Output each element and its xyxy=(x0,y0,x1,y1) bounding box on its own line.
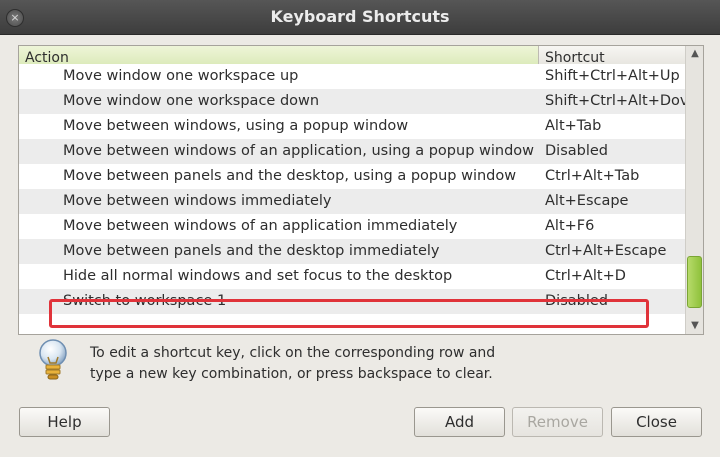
row-shortcut: Alt+F6 xyxy=(545,218,595,234)
table-row[interactable]: Move between windows of an application i… xyxy=(19,214,685,239)
row-highlight-box xyxy=(49,299,649,328)
scrollbar-thumb[interactable] xyxy=(687,256,702,308)
row-action: Move between windows of an application i… xyxy=(63,218,458,234)
table-row[interactable]: Move window one workspace down Shift+Ctr… xyxy=(19,89,685,114)
vertical-scrollbar[interactable]: ▲ ▼ xyxy=(685,46,703,334)
row-shortcut: Ctrl+Alt+D xyxy=(545,268,626,284)
table-row[interactable]: Move between panels and the desktop, usi… xyxy=(19,164,685,189)
table-row[interactable]: Move between windows, using a popup wind… xyxy=(19,114,685,139)
table-row[interactable]: Move between windows of an application, … xyxy=(19,139,685,164)
row-action: Move between panels and the desktop, usi… xyxy=(63,168,517,184)
shortcuts-table: Action Shortcut Move window one workspac… xyxy=(18,45,704,335)
add-button[interactable]: Add xyxy=(414,407,505,437)
row-shortcut: Shift+Ctrl+Alt+Dov xyxy=(545,93,685,109)
table-row[interactable]: Move window one workspace up Shift+Ctrl+… xyxy=(19,64,685,89)
row-shortcut: Ctrl+Alt+Tab xyxy=(545,168,640,184)
row-action: Move window one workspace down xyxy=(63,93,320,109)
lightbulb-icon xyxy=(39,339,67,380)
row-shortcut: Alt+Escape xyxy=(545,193,629,209)
row-action: Hide all normal windows and set focus to… xyxy=(63,268,453,284)
scroll-up-icon[interactable]: ▲ xyxy=(686,46,703,62)
row-shortcut: Disabled xyxy=(545,143,608,159)
dialog-body: Action Shortcut Move window one workspac… xyxy=(0,35,720,457)
close-button[interactable]: Close xyxy=(611,407,702,437)
row-action: Move between windows immediately xyxy=(63,193,332,209)
row-shortcut: Alt+Tab xyxy=(545,118,602,134)
row-action: Move window one workspace up xyxy=(63,68,299,84)
table-row[interactable]: Move between panels and the desktop imme… xyxy=(19,239,685,264)
help-button[interactable]: Help xyxy=(19,407,110,437)
row-action: Move between panels and the desktop imme… xyxy=(63,243,440,259)
title-bar: × Keyboard Shortcuts xyxy=(0,0,720,35)
table-body: Move window one workspace up Shift+Ctrl+… xyxy=(19,64,685,334)
row-shortcut: Ctrl+Alt+Escape xyxy=(545,243,667,259)
table-row[interactable]: Move between windows immediately Alt+Esc… xyxy=(19,189,685,214)
remove-button[interactable]: Remove xyxy=(512,407,603,437)
row-shortcut: Shift+Ctrl+Alt+Up xyxy=(545,68,680,84)
scroll-down-icon[interactable]: ▼ xyxy=(686,318,703,334)
row-action: Move between windows of an application, … xyxy=(63,143,535,159)
table-row[interactable]: Hide all normal windows and set focus to… xyxy=(19,264,685,289)
row-action: Move between windows, using a popup wind… xyxy=(63,118,409,134)
window-title: Keyboard Shortcuts xyxy=(270,7,450,26)
hint-text: To edit a shortcut key, click on the cor… xyxy=(90,345,496,382)
